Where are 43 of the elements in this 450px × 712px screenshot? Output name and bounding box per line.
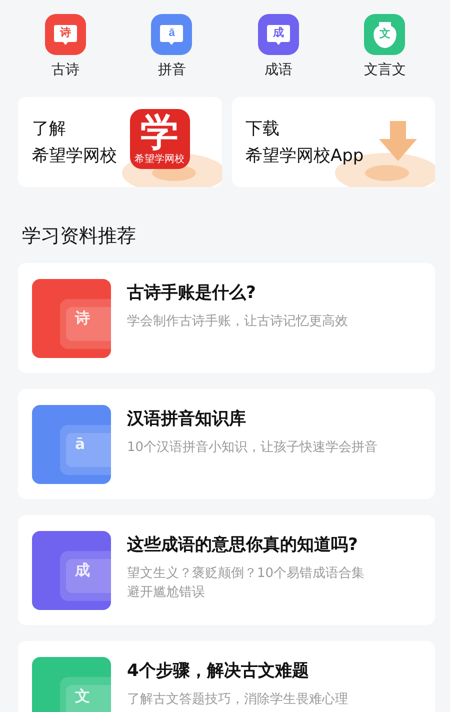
article-subtitle: 避开尴尬错误 bbox=[127, 584, 206, 602]
article-subtitle: 了解古文答题技巧，消除学生畏难心理 bbox=[127, 691, 348, 709]
article-card[interactable]: 诗 古诗手账是什么? 学会制作古诗手账，让古诗记忆更高效 bbox=[18, 263, 435, 373]
thumbnail-glyph: 诗 bbox=[75, 309, 90, 328]
article-title: 4个步骤，解决古文难题 bbox=[127, 660, 310, 682]
promo-text: 希望学网校 bbox=[32, 145, 117, 167]
speech-bubble-icon bbox=[60, 299, 111, 349]
promo-text: 希望学网校App bbox=[246, 145, 364, 167]
article-subtitle: 学会制作古诗手账，让古诗记忆更高效 bbox=[127, 313, 348, 331]
article-card[interactable]: ā 汉语拼音知识库 10个汉语拼音小知识，让孩子快速学会拼音 bbox=[18, 389, 435, 499]
icon-glyph: 文 bbox=[379, 27, 390, 41]
promo-card[interactable]: 了解 希望学网校 学 希望学网校 bbox=[18, 97, 222, 187]
speech-bubble-icon bbox=[159, 24, 184, 46]
category-label: 文言文 bbox=[364, 61, 406, 79]
icon-glyph: ā bbox=[168, 26, 175, 40]
category-label: 拼音 bbox=[158, 61, 186, 79]
category-label: 成语 bbox=[264, 61, 292, 79]
article-title: 古诗手账是什么? bbox=[127, 282, 257, 304]
thumbnail-glyph: 成 bbox=[75, 561, 90, 580]
logo-glyph: 学 bbox=[140, 112, 178, 152]
promo-card[interactable]: 下载 希望学网校App bbox=[232, 97, 435, 187]
article-card[interactable]: 文 4个步骤，解决古文难题 了解古文答题技巧，消除学生畏难心理 bbox=[18, 641, 435, 712]
thumbnail-glyph: ā bbox=[75, 435, 86, 453]
category-label: 古诗 bbox=[51, 61, 80, 79]
promo-text: 下载 bbox=[246, 118, 280, 140]
promo-text: 了解 bbox=[32, 118, 67, 140]
section-title: 学习资料推荐 bbox=[21, 224, 137, 249]
icon-glyph: 成 bbox=[272, 26, 284, 40]
speech-bubble-icon bbox=[60, 551, 111, 601]
icon-glyph: 诗 bbox=[60, 26, 71, 40]
jar-icon bbox=[372, 20, 398, 50]
article-title: 汉语拼音知识库 bbox=[127, 408, 247, 430]
logo-caption: 希望学网校 bbox=[134, 152, 184, 166]
speech-bubble-icon bbox=[52, 24, 78, 46]
article-subtitle: 10个汉语拼音小知识，让孩子快速学会拼音 bbox=[127, 439, 378, 457]
category-button[interactable]: 诗 bbox=[44, 14, 86, 55]
thumbnail-glyph: 文 bbox=[75, 687, 90, 706]
article-subtitle: 望文生义？褒贬颠倒？10个易错成语合集 bbox=[127, 565, 365, 583]
speech-bubble-icon bbox=[266, 24, 291, 46]
article-card[interactable]: 成 这些成语的意思你真的知道吗? 望文生义？褒贬颠倒？10个易错成语合集 避开尴尬错误 bbox=[18, 515, 435, 625]
article-title: 这些成语的意思你真的知道吗? bbox=[127, 534, 359, 556]
category-button[interactable]: 成 bbox=[258, 14, 299, 55]
speech-bubble-icon bbox=[60, 425, 111, 475]
